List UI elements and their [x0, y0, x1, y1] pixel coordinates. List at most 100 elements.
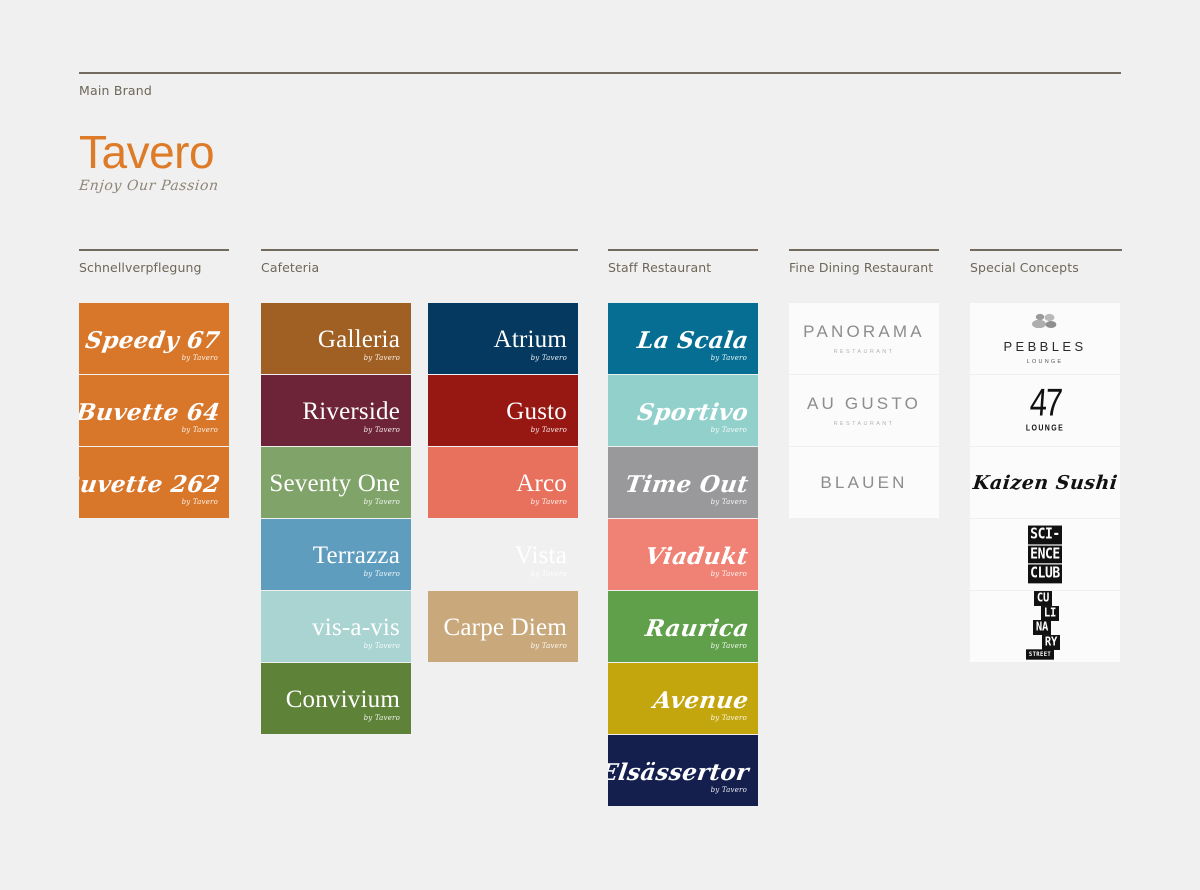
tile-content: Buvette 262 by Tavero	[79, 471, 222, 506]
brand-tile-buvette-64[interactable]: Buvette 64 by Tavero	[79, 375, 229, 446]
brand-tile-blauen[interactable]: BLAUEN	[789, 447, 939, 518]
pebbles-icon	[1028, 313, 1062, 333]
tavero-logo-wordmark: Tavero	[79, 126, 215, 178]
tile-endorsement: by Tavero	[363, 354, 400, 362]
tile-name: Avenue	[651, 687, 751, 714]
tile-endorsement: by Tavero	[710, 786, 747, 794]
tile-content: Carpe Diem by Tavero	[444, 615, 567, 650]
brand-tile-avenue[interactable]: Avenue by Tavero	[608, 663, 758, 734]
tile-name-line: CLUB	[1028, 564, 1062, 583]
brand-tile-convivium[interactable]: Convivium by Tavero	[261, 663, 411, 734]
column-rule	[789, 249, 939, 251]
tile-content: Gusto by Tavero	[506, 399, 567, 434]
tile-endorsement: by Tavero	[530, 354, 567, 362]
tile-content: vis-a-vis by Tavero	[312, 615, 400, 650]
brand-tile-arco[interactable]: Arco by Tavero	[428, 447, 578, 518]
brand-tile-pebbles-lounge[interactable]: PEBBLES LOUNGE	[970, 303, 1120, 374]
tile-name: Galleria	[317, 326, 400, 353]
tile-descriptor: STREET	[1025, 649, 1055, 660]
tile-endorsement: by Tavero	[710, 498, 747, 506]
tile-endorsement: by Tavero	[710, 642, 747, 650]
tile-name-line: ENCE	[1028, 544, 1062, 564]
tile-stack: PEBBLES LOUNGE 47 LOUNGE Kaizen Sushi SC…	[970, 303, 1120, 663]
tile-name: Kaizen Sushi	[971, 471, 1119, 494]
column-rule	[261, 249, 578, 251]
brand-tile-time-out[interactable]: Time Out by Tavero	[608, 447, 758, 518]
brand-tile-vista[interactable]: Vista by Tavero	[428, 519, 578, 590]
brand-tile-47-lounge[interactable]: 47 LOUNGE	[970, 375, 1120, 446]
brand-tile-la-scala[interactable]: La Scala by Tavero	[608, 303, 758, 374]
tile-name: AU GUSTO	[806, 394, 922, 413]
brand-tile-au-gusto[interactable]: AU GUSTO RESTAURANT	[789, 375, 939, 446]
tile-endorsement: by Tavero	[363, 642, 400, 650]
brand-tile-buvette-262[interactable]: Buvette 262 by Tavero	[79, 447, 229, 518]
tile-descriptor: LOUNGE	[1025, 424, 1065, 433]
column-title-fine-dining-restaurant: Fine Dining Restaurant	[789, 260, 934, 275]
brand-tile-vis-a-vis[interactable]: vis-a-vis by Tavero	[261, 591, 411, 662]
tile-content: Avenue by Tavero	[651, 687, 751, 722]
tile-name: SCI- ENCE CLUB	[1028, 525, 1062, 583]
tile-name: Raurica	[643, 615, 751, 642]
column-body: PEBBLES LOUNGE 47 LOUNGE Kaizen Sushi SC…	[970, 303, 1120, 663]
tile-name: Buvette 64	[79, 399, 222, 426]
tile-content: Convivium by Tavero	[286, 687, 400, 722]
brand-tile-panorama[interactable]: PANORAMA RESTAURANT	[789, 303, 939, 374]
brand-tile-terrazza[interactable]: Terrazza by Tavero	[261, 519, 411, 590]
brand-tile-seventy-one[interactable]: Seventy One by Tavero	[261, 447, 411, 518]
tile-stack-right: Atrium by Tavero Gusto by Tavero Arco by…	[428, 303, 578, 735]
brand-tile-kaizen-sushi[interactable]: Kaizen Sushi	[970, 447, 1120, 518]
tile-name-line: SCI-	[1028, 525, 1062, 544]
brand-tile-culinary-street[interactable]: CU LI NA RY STREET	[970, 591, 1120, 662]
tile-name: Seventy One	[269, 470, 400, 497]
brand-tile-elsaessertor[interactable]: Elsässertor by Tavero	[608, 735, 758, 806]
column-rule	[608, 249, 758, 251]
tile-content: Seventy One by Tavero	[269, 471, 400, 506]
tile-endorsement: by Tavero	[363, 714, 400, 722]
brand-tile-science-club[interactable]: SCI- ENCE CLUB	[970, 519, 1120, 590]
tile-name: Elsässertor	[608, 759, 751, 786]
main-brand-label: Main Brand	[79, 83, 153, 98]
tavero-logo-tagline: Enjoy Our Passion	[78, 178, 220, 194]
tile-name: vis-a-vis	[312, 614, 400, 641]
brand-tile-raurica[interactable]: Raurica by Tavero	[608, 591, 758, 662]
tile-stack: La Scala by Tavero Sportivo by Tavero Ti…	[608, 303, 758, 807]
brand-tile-atrium[interactable]: Atrium by Tavero	[428, 303, 578, 374]
column-title-schnellverpflegung: Schnellverpflegung	[79, 260, 202, 275]
column-title-special-concepts: Special Concepts	[970, 260, 1079, 275]
brand-tile-viadukt[interactable]: Viadukt by Tavero	[608, 519, 758, 590]
brand-tile-sportivo[interactable]: Sportivo by Tavero	[608, 375, 758, 446]
tile-name: Speedy 67	[83, 327, 222, 354]
tile-name-line: NA	[1033, 620, 1051, 636]
tile-endorsement: by Tavero	[530, 642, 567, 650]
tile-endorsement: by Tavero	[363, 570, 400, 578]
tile-name: Viadukt	[644, 543, 751, 570]
brand-tile-gusto[interactable]: Gusto by Tavero	[428, 375, 578, 446]
tile-content: Atrium by Tavero	[494, 327, 567, 362]
tile-name: Terrazza	[312, 542, 400, 569]
main-brand-rule	[79, 72, 1121, 74]
tile-endorsement: by Tavero	[530, 426, 567, 434]
tile-endorsement: by Tavero	[710, 426, 747, 434]
tile-name: Convivium	[285, 686, 400, 713]
tile-endorsement: by Tavero	[181, 354, 218, 362]
tile-content: Speedy 67 by Tavero	[83, 327, 222, 362]
tile-content: Viadukt by Tavero	[644, 543, 751, 578]
column-special-concepts: Special Concepts PEBBLES LOUNGE 47 LOUNG…	[970, 249, 1122, 662]
tile-content: Vista by Tavero	[515, 543, 567, 578]
tile-name: Atrium	[493, 326, 567, 353]
tile-name: BLAUEN	[820, 472, 908, 492]
tile-content: Arco by Tavero	[516, 471, 567, 506]
tile-endorsement: by Tavero	[530, 498, 567, 506]
tile-name: CU LI NA RY STREET	[1025, 591, 1060, 661]
tile-content: Sportivo by Tavero	[636, 399, 750, 434]
column-fine-dining-restaurant: Fine Dining Restaurant PANORAMA RESTAURA…	[789, 249, 939, 518]
brand-tile-speedy-67[interactable]: Speedy 67 by Tavero	[79, 303, 229, 374]
tile-name: PEBBLES	[1003, 338, 1087, 354]
brand-tile-riverside[interactable]: Riverside by Tavero	[261, 375, 411, 446]
tile-name-line: LI	[1041, 605, 1059, 621]
tile-endorsement: by Tavero	[710, 354, 747, 362]
tile-descriptor: RESTAURANT	[833, 421, 895, 427]
tile-name: La Scala	[636, 327, 751, 354]
brand-tile-carpe-diem[interactable]: Carpe Diem by Tavero	[428, 591, 578, 662]
brand-tile-galleria[interactable]: Galleria by Tavero	[261, 303, 411, 374]
